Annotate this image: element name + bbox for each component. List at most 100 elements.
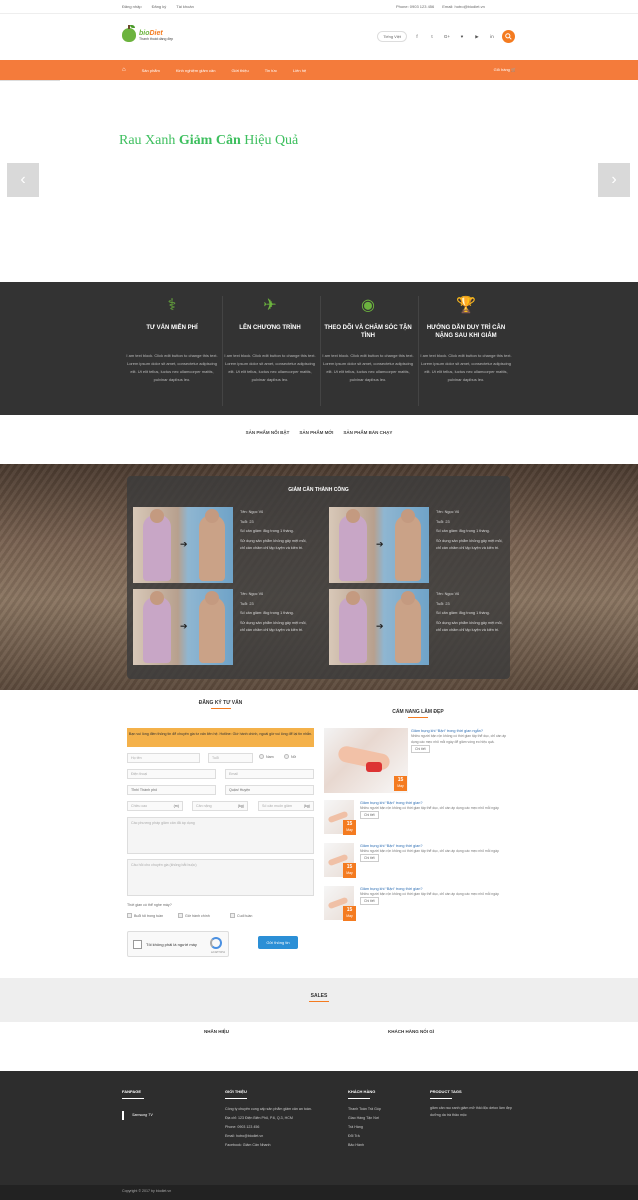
divider bbox=[210, 708, 231, 709]
time-question: Thời gian có thể nghe máy? bbox=[127, 903, 172, 907]
read-more-button[interactable]: Chi tiết bbox=[360, 897, 379, 905]
search-icon[interactable] bbox=[502, 30, 515, 43]
service-title: TƯ VẤN MIỄN PHÍ bbox=[146, 325, 198, 331]
nav-item-tips[interactable]: Kinh nghiệm giảm cân bbox=[176, 68, 216, 73]
time-option-checkbox[interactable]: Cuối tuần bbox=[230, 913, 252, 918]
footer-address: Địa chỉ: 123 Điện Biên Phủ, P.6, Q.3, HC… bbox=[225, 1116, 293, 1120]
methods-textarea[interactable]: Các phương pháp giảm cân đã áp dụng bbox=[127, 817, 314, 854]
top-bar: Đăng nhập Đăng ký Tài khoản Phone: 0903 … bbox=[0, 0, 638, 14]
footer-col-title: FANPAGE bbox=[122, 1089, 142, 1094]
tab-bestseller[interactable]: SẢN PHẨM BÁN CHẠY bbox=[343, 430, 392, 435]
divider bbox=[225, 1098, 247, 1099]
news-title: CẨM NANG LÀM ĐẸP bbox=[392, 709, 444, 715]
footer-link[interactable]: Giao Hàng Tận Nơi bbox=[348, 1114, 418, 1123]
facebook-icon[interactable]: f bbox=[412, 32, 422, 42]
divider bbox=[408, 717, 428, 718]
before-after-image: ➔ bbox=[133, 589, 233, 665]
youtube-icon[interactable]: ▶ bbox=[472, 32, 482, 42]
district-select[interactable]: Quận/ Huyện bbox=[225, 785, 314, 795]
news-item: 15 May Giảm bụng khi “Bận” trong thời gia… bbox=[324, 843, 514, 883]
phone-field[interactable]: Điện thoại bbox=[127, 769, 216, 779]
news-image[interactable]: 15 May bbox=[324, 728, 408, 793]
news-item-excerpt: Nhiều người bận rộn không có thời gian t… bbox=[360, 849, 500, 853]
nav-item-about[interactable]: Giới thiệu bbox=[231, 68, 248, 73]
read-more-button[interactable]: Chi tiết bbox=[411, 745, 430, 753]
site-logo[interactable]: bioDiet Thanh thoát dáng đẹp bbox=[122, 25, 173, 42]
google-plus-icon[interactable]: G+ bbox=[442, 32, 452, 42]
footer-link[interactable]: Bảo Hành bbox=[348, 1141, 418, 1150]
tab-new[interactable]: SẢN PHẨM MỚI bbox=[299, 430, 333, 435]
gender-male-radio[interactable]: Nam bbox=[259, 754, 274, 759]
email-field[interactable]: Email bbox=[225, 769, 314, 779]
footer-col-title: KHÁCH HÀNG bbox=[348, 1089, 376, 1094]
news-item-excerpt: Nhiều người bận rộn không có thời gian t… bbox=[360, 806, 500, 810]
contact-info: Phone: 0903 123 456 Email: hotro@biodiet… bbox=[396, 4, 485, 9]
tab-featured[interactable]: SẢN PHẨM NỔI BẬT bbox=[246, 430, 290, 435]
footer-link[interactable]: Đổi Trả bbox=[348, 1132, 418, 1141]
product-tags[interactable]: giảm cân rau xanh giảm mỡ thải độc detox… bbox=[430, 1105, 516, 1119]
main-nav: ⌂ Sản phẩm Kinh nghiệm giảm cân Giới thi… bbox=[0, 60, 638, 80]
account-link[interactable]: Tài khoản bbox=[176, 4, 194, 9]
gender-female-radio[interactable]: Nữ bbox=[284, 754, 296, 759]
hero-slider: Rau Xanh Giảm Cân Hiệu Quả ‹ › bbox=[0, 81, 638, 280]
weight-field[interactable]: Cân nặng (kg) bbox=[192, 801, 248, 811]
success-title: GIẢM CÂN THÀNH CÔNG bbox=[288, 487, 349, 493]
services-section: ⚕ TƯ VẤN MIỄN PHÍ I am text block. Click… bbox=[0, 282, 638, 415]
city-select[interactable]: Tỉnh/ Thành phố bbox=[127, 785, 216, 795]
read-more-button[interactable]: Chi tiết bbox=[360, 854, 379, 862]
date-badge: 15 May bbox=[343, 906, 356, 921]
footer-link[interactable]: Trả Hàng bbox=[348, 1123, 418, 1132]
recaptcha-checkbox[interactable] bbox=[133, 940, 142, 949]
nav-item-news[interactable]: Tin tức bbox=[265, 68, 277, 73]
sales-section: SALES bbox=[0, 978, 638, 1022]
footer-facebook: Facebook: Giảm Cân Nhanh bbox=[225, 1143, 271, 1147]
question-textarea[interactable]: Câu hỏi cho chuyên gia (không bắt buộc) bbox=[127, 859, 314, 896]
twitter-icon[interactable]: t bbox=[427, 32, 437, 42]
linkedin-icon[interactable]: in bbox=[487, 32, 497, 42]
home-icon[interactable]: ⌂ bbox=[122, 67, 126, 73]
apple-logo-icon bbox=[122, 25, 136, 42]
date-badge: 15 May bbox=[394, 776, 407, 791]
service-title: HƯỚNG DẪN DUY TRÌ CÂN NẶNG SAU KHI GIẢM bbox=[426, 325, 506, 339]
success-card: ➔ Tên: Ngọc Vũ Tuổi: 23 Số cân giảm: 8kg… bbox=[133, 507, 313, 583]
service-text: I am text block. Click edit button to ch… bbox=[224, 353, 316, 382]
footer-about-text: Công ty chuyên cung cấp sản phẩm giảm câ… bbox=[225, 1107, 312, 1111]
footer-col-fanpage: FANPAGE Samsung TV bbox=[122, 1089, 212, 1120]
register-link[interactable]: Đăng ký bbox=[152, 4, 167, 9]
footer-email: Email: hotro@biodiet.vn bbox=[225, 1134, 264, 1138]
submit-button[interactable]: Gửi thông tin bbox=[258, 936, 298, 949]
goal-weight-field[interactable]: Số cân muốn giảm (kg) bbox=[258, 801, 314, 811]
fanpage-item[interactable]: Samsung TV bbox=[122, 1111, 212, 1120]
trophy-icon: 🏆 bbox=[456, 297, 476, 314]
name-field[interactable]: Họ tên bbox=[127, 753, 200, 763]
divider bbox=[122, 1098, 144, 1099]
read-more-button[interactable]: Chi tiết bbox=[360, 811, 379, 819]
time-option-checkbox[interactable]: Buổi tối trong tuần bbox=[127, 913, 163, 918]
form-title: ĐĂNG KÝ TƯ VẤN bbox=[198, 700, 243, 706]
before-after-image: ➔ bbox=[329, 507, 429, 583]
phone-text: Phone: 0903 123 456 bbox=[396, 4, 435, 9]
recaptcha-label: Tôi không phải là người máy bbox=[146, 942, 197, 947]
card-info: Tên: Ngọc Vũ Tuổi: 23 Số cân giảm: 8kg t… bbox=[240, 510, 307, 550]
heart-icon[interactable]: ♥ bbox=[457, 32, 467, 42]
site-header: bioDiet Thanh thoát dáng đẹp Tiếng Việt … bbox=[0, 14, 638, 60]
nav-item-products[interactable]: Sản phẩm bbox=[142, 68, 160, 73]
language-select[interactable]: Tiếng Việt bbox=[377, 31, 407, 42]
time-option-checkbox[interactable]: Giờ hành chính bbox=[178, 913, 210, 918]
date-badge: 15 May bbox=[343, 863, 356, 878]
slider-prev-button[interactable]: ‹ bbox=[7, 163, 39, 197]
slider-next-button[interactable]: › bbox=[598, 163, 630, 197]
divider bbox=[222, 296, 223, 406]
login-link[interactable]: Đăng nhập bbox=[122, 4, 142, 9]
age-field[interactable]: Tuổi bbox=[208, 753, 253, 763]
footer-link[interactable]: Thanh Toán Trả Góp bbox=[348, 1105, 418, 1114]
cart-link[interactable]: Giỏ hàng 🛒 bbox=[494, 67, 516, 72]
height-field[interactable]: Chiều cao (m) bbox=[127, 801, 183, 811]
nav-item-contact[interactable]: Liên hệ bbox=[293, 68, 306, 73]
account-links: Đăng nhập Đăng ký Tài khoản bbox=[122, 4, 194, 9]
footer-col-about: GIỚI THIỆU Công ty chuyên cung cấp sản p… bbox=[225, 1089, 337, 1150]
divider bbox=[348, 1098, 370, 1099]
service-title: LÊN CHƯƠNG TRÌNH bbox=[239, 325, 301, 331]
service-item: ✈ LÊN CHƯƠNG TRÌNH I am text block. Clic… bbox=[224, 296, 316, 384]
copyright: Copyright © 2017 by biodiet.vn bbox=[0, 1185, 638, 1200]
